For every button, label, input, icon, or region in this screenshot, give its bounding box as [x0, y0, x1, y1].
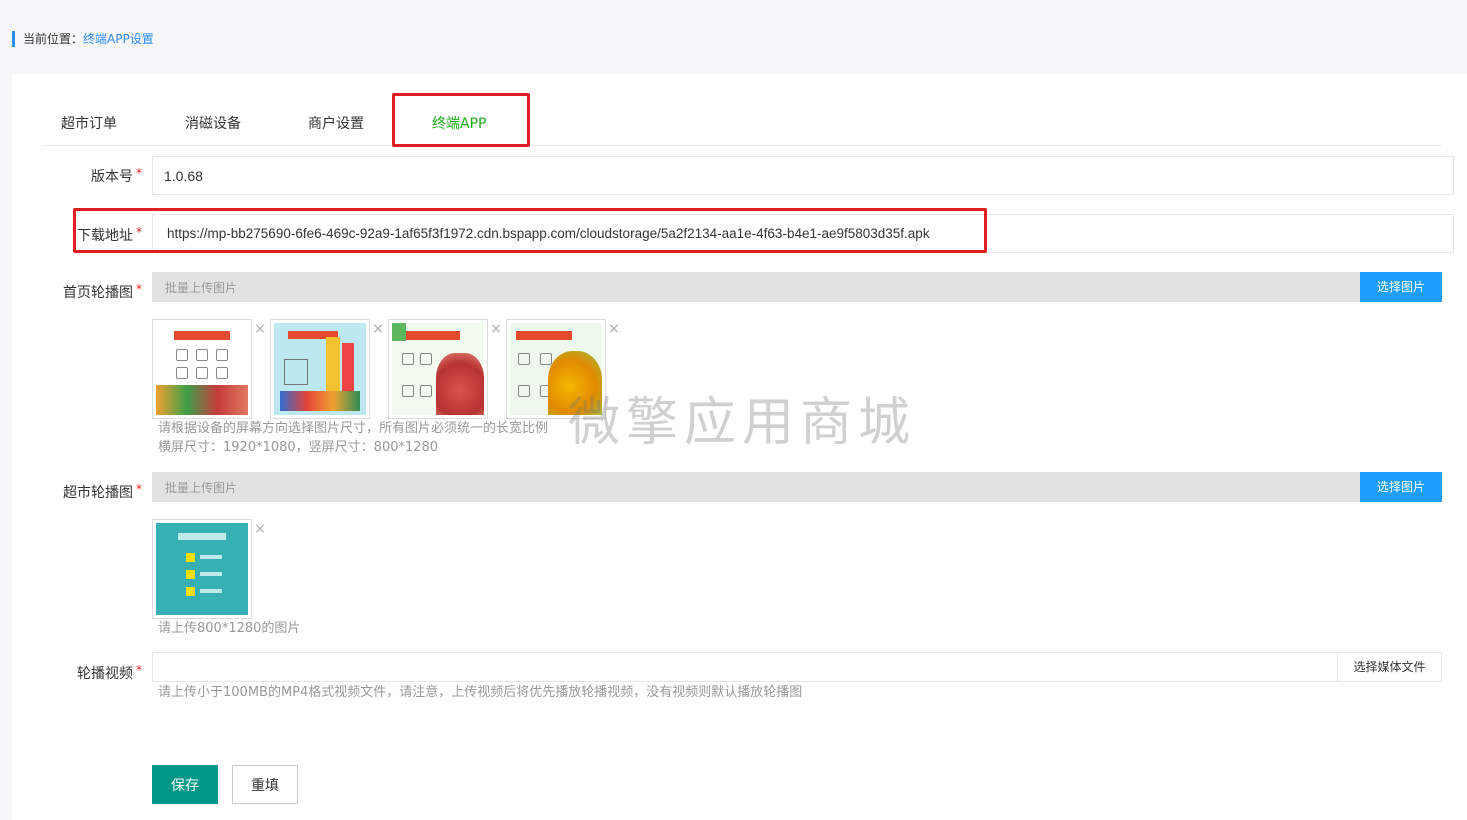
- required-mark: *: [136, 482, 142, 496]
- poster-image: [156, 523, 248, 615]
- breadcrumb-current[interactable]: 终端APP设置: [83, 32, 154, 46]
- tab-terminal-app[interactable]: 终端APP: [432, 94, 486, 146]
- carousel-image[interactable]: [152, 319, 252, 419]
- settings-panel: 超市订单 消磁设备 商户设置 终端APP 版本号* 下载地址* 首页轮播图* 批…: [12, 74, 1467, 820]
- home-carousel-hint: 请根据设备的屏幕方向选择图片尺寸，所有图片必须统一的长宽比例 横屏尺寸：1920…: [158, 421, 549, 455]
- required-mark: *: [136, 282, 142, 296]
- download-url-label: 下载地址 *: [77, 225, 142, 244]
- required-mark: *: [136, 663, 142, 677]
- tab-bar: 超市订单 消磁设备 商户设置 终端APP: [42, 94, 1442, 146]
- breadcrumb: 当前位置：终端APP设置: [12, 31, 154, 47]
- tab-market-orders[interactable]: 超市订单: [61, 94, 117, 146]
- carousel-image[interactable]: [152, 519, 252, 619]
- version-label: 版本号 *: [91, 166, 142, 185]
- home-carousel-pick-button[interactable]: 选择图片: [1360, 272, 1442, 302]
- carousel-image[interactable]: [388, 319, 488, 419]
- download-url-input[interactable]: [152, 214, 1454, 253]
- poster-image: [392, 323, 484, 415]
- upload-placeholder: 批量上传图片: [165, 481, 238, 495]
- tab-demagnetizer[interactable]: 消磁设备: [185, 94, 241, 146]
- poster-image: [510, 323, 602, 415]
- carousel-image[interactable]: [270, 319, 370, 419]
- upload-placeholder: 批量上传图片: [165, 281, 238, 295]
- close-icon[interactable]: ×: [253, 522, 267, 536]
- market-carousel-upload[interactable]: 批量上传图片 选择图片: [152, 472, 1442, 502]
- select-media-button[interactable]: 选择媒体文件: [1337, 653, 1441, 681]
- tab-merchant-settings[interactable]: 商户设置: [308, 94, 364, 146]
- version-input[interactable]: [152, 156, 1454, 195]
- close-icon[interactable]: ×: [371, 322, 385, 336]
- market-carousel-label: 超市轮播图 *: [63, 482, 142, 501]
- required-mark: *: [136, 225, 142, 239]
- market-carousel-pick-button[interactable]: 选择图片: [1360, 472, 1442, 502]
- required-mark: *: [136, 166, 142, 180]
- poster-image: [274, 323, 366, 415]
- breadcrumb-prefix: 当前位置：: [23, 32, 84, 46]
- save-button[interactable]: 保存: [152, 765, 218, 804]
- video-label: 轮播视频 *: [77, 663, 142, 682]
- home-carousel-upload[interactable]: 批量上传图片 选择图片: [152, 272, 1442, 302]
- poster-image: [156, 323, 248, 415]
- video-hint: 请上传小于100MB的MP4格式视频文件，请注意，上传视频后将优先播放轮播视频，…: [158, 685, 803, 700]
- market-carousel-hint: 请上传800*1280的图片: [158, 621, 301, 636]
- close-icon[interactable]: ×: [253, 322, 267, 336]
- close-icon[interactable]: ×: [489, 322, 503, 336]
- home-carousel-label: 首页轮播图 *: [63, 282, 142, 301]
- video-upload-field[interactable]: 选择媒体文件: [152, 652, 1442, 682]
- carousel-image[interactable]: [506, 319, 606, 419]
- close-icon[interactable]: ×: [607, 322, 621, 336]
- reset-button[interactable]: 重填: [232, 765, 298, 804]
